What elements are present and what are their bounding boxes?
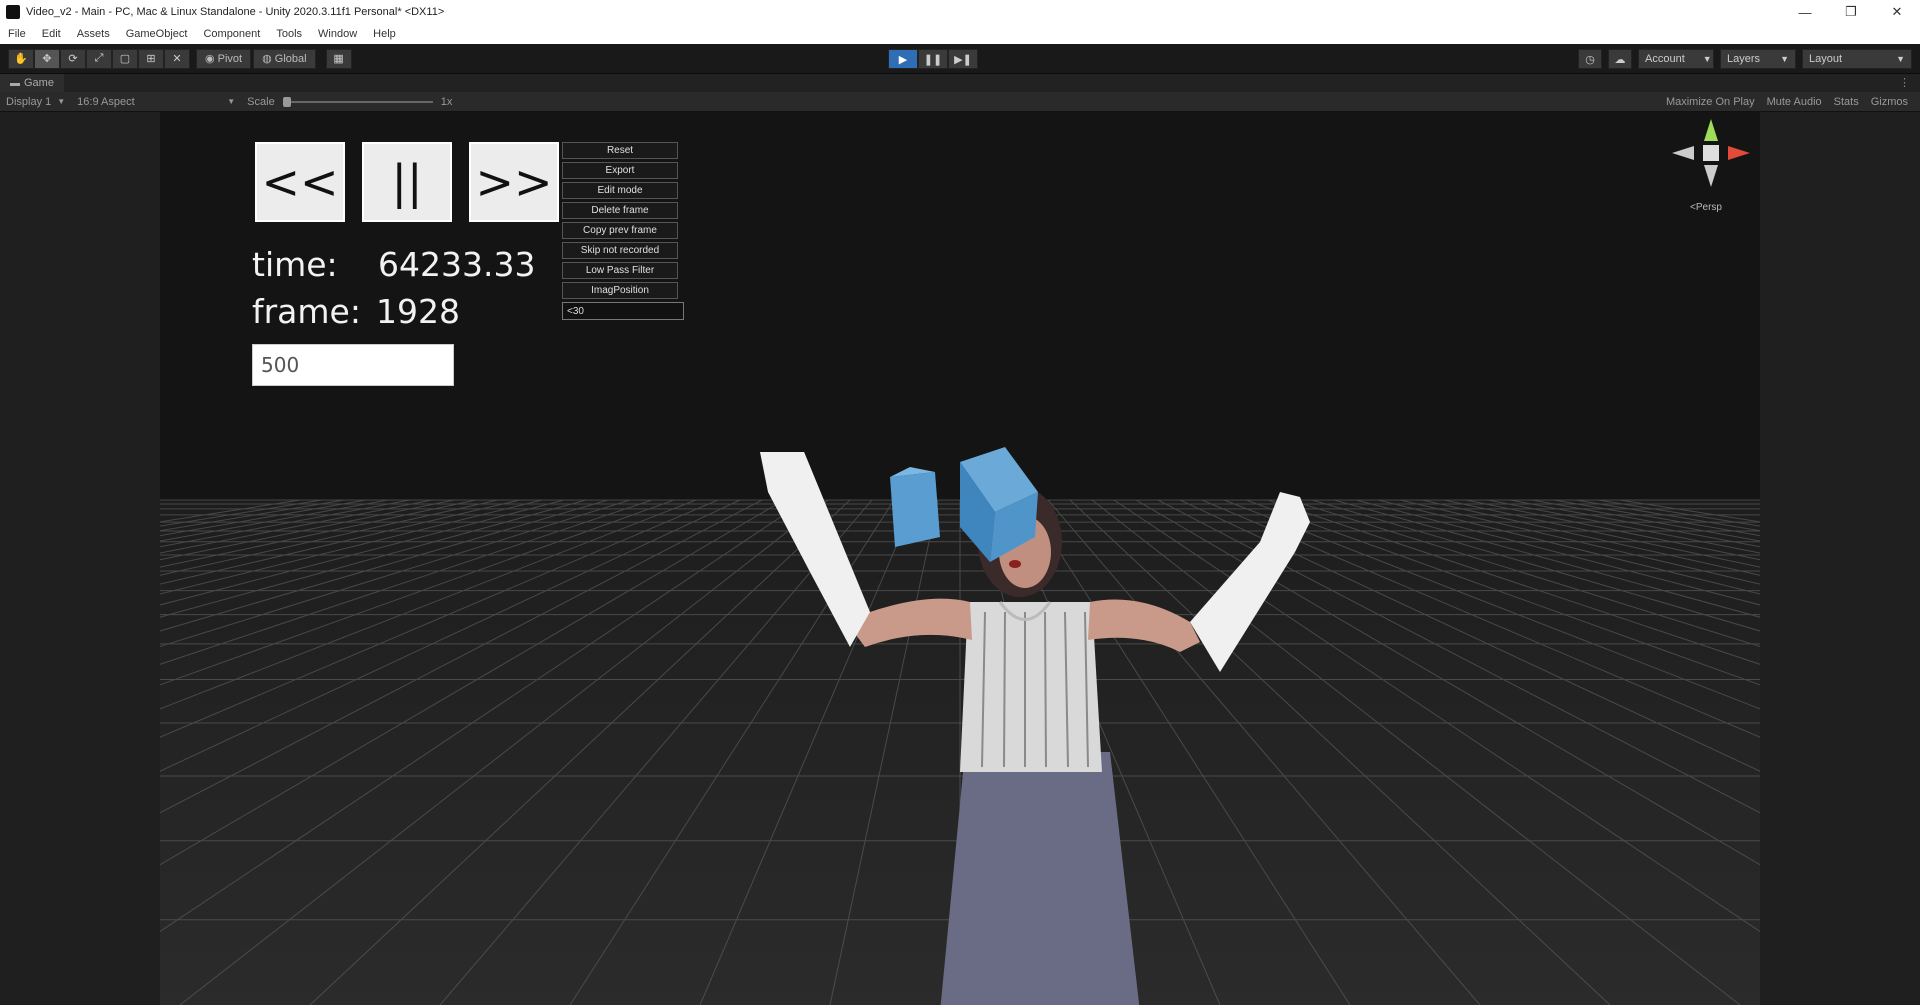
globe-icon: ◍ (262, 53, 275, 65)
gamepad-icon: ▬ (10, 77, 20, 89)
main-toolbar: ✋ ✥ ⟳ ⤢ ▢ ⊞ ✕ ◉ Pivot ◍ Global ▦ ▶ ❚❚ ▶❚… (0, 44, 1920, 74)
skip-not-recorded-button[interactable]: Skip not recorded (562, 242, 678, 259)
unity-icon (6, 5, 20, 19)
pivot-icon: ◉ (205, 53, 218, 65)
scale-label: Scale (247, 95, 275, 108)
edit-mode-button[interactable]: Edit mode (562, 182, 678, 199)
layers-dropdown[interactable]: Layers ▼ (1720, 49, 1796, 69)
window-title-bar: Video_v2 - Main - PC, Mac & Linux Standa… (0, 0, 1920, 24)
game-tab-bar: ▬ Game ⋮ (0, 74, 1920, 92)
chevron-down-icon: ▼ (1702, 54, 1712, 64)
stats-toggle[interactable]: Stats (1828, 96, 1865, 108)
tab-menu-icon[interactable]: ⋮ (1899, 76, 1910, 89)
mute-audio-toggle[interactable]: Mute Audio (1761, 96, 1828, 108)
pivot-toggle[interactable]: ◉ Pivot (196, 48, 252, 69)
scale-value: 1x (440, 95, 453, 108)
move-tool-icon[interactable]: ✥ (34, 48, 60, 69)
time-label: time: (252, 245, 338, 284)
scale-tool-icon[interactable]: ⤢ (86, 48, 112, 69)
step-icon[interactable]: ▶❚ (948, 49, 978, 69)
scale-slider-handle[interactable] (282, 96, 291, 107)
next-frame-button[interactable]: >> (469, 142, 559, 222)
menu-tools[interactable]: Tools (268, 28, 310, 40)
persp-label[interactable]: <Persp (1690, 202, 1722, 213)
frame-label: frame: (252, 292, 361, 331)
transform-tool-icon[interactable]: ⊞ (138, 48, 164, 69)
cloud-icon[interactable]: ☁ (1608, 49, 1632, 69)
tracking-cubes (890, 447, 1038, 562)
frame-value: 1928 (376, 292, 460, 331)
chevron-down-icon: ▼ (57, 97, 66, 106)
global-toggle[interactable]: ◍ Global (253, 48, 316, 69)
chevron-down-icon: ▼ (1896, 54, 1905, 64)
orientation-gizmo-icon[interactable] (1668, 117, 1754, 207)
maximize-button[interactable]: ❐ (1828, 0, 1874, 24)
pause-button[interactable]: || (362, 142, 452, 222)
maximize-on-play-toggle[interactable]: Maximize On Play (1660, 96, 1761, 108)
minimize-button[interactable]: — (1782, 0, 1828, 24)
menu-file[interactable]: File (0, 28, 34, 40)
menu-bar: File Edit Assets GameObject Component To… (0, 24, 1920, 44)
scale-control: Scale 1x (241, 96, 458, 108)
game-view[interactable]: << || >> time: 64233.33 frame: 1928 500 … (160, 112, 1760, 1005)
copy-prev-frame-button[interactable]: Copy prev frame (562, 222, 678, 239)
window-controls: — ❐ ✕ (1782, 0, 1920, 24)
play-controls: ▶ ❚❚ ▶❚ (888, 49, 978, 69)
rotate-tool-icon[interactable]: ⟳ (60, 48, 86, 69)
game-options-right: Maximize On Play Mute Audio Stats Gizmos (1660, 92, 1914, 112)
menu-edit[interactable]: Edit (34, 28, 69, 40)
side-menu: Reset Export Edit mode Delete frame Copy… (562, 142, 684, 320)
image-position-button[interactable]: ImagPosition (562, 282, 678, 299)
reset-button[interactable]: Reset (562, 142, 678, 159)
menu-gameobject[interactable]: GameObject (118, 28, 196, 40)
display-dropdown[interactable]: Display 1 ▼ (0, 96, 71, 108)
transform-tools: ✋ ✥ ⟳ ⤢ ▢ ⊞ ✕ (8, 48, 190, 69)
toolbar-right: ◷ ☁ Account ▼ Layers ▼ Layout ▼ (1572, 49, 1912, 69)
chevron-down-icon: ▼ (1780, 54, 1789, 64)
low-pass-filter-button[interactable]: Low Pass Filter (562, 262, 678, 279)
game-options-bar: Display 1 ▼ 16:9 Aspect ▼ Scale 1x Maximiz… (0, 92, 1920, 112)
filter-input[interactable]: <30 (562, 302, 684, 320)
close-button[interactable]: ✕ (1874, 0, 1920, 24)
gizmos-dropdown[interactable]: Gizmos (1865, 96, 1914, 108)
pause-icon[interactable]: ❚❚ (918, 49, 948, 69)
window-title: Video_v2 - Main - PC, Mac & Linux Standa… (26, 6, 445, 18)
snap-icon[interactable]: ▦ (325, 48, 352, 69)
layout-dropdown[interactable]: Layout ▼ (1802, 49, 1912, 69)
collab-icon[interactable]: ◷ (1578, 49, 1602, 69)
menu-assets[interactable]: Assets (69, 28, 118, 40)
export-button[interactable]: Export (562, 162, 678, 179)
account-dropdown[interactable]: Account ▼ (1638, 49, 1714, 69)
menu-component[interactable]: Component (195, 28, 268, 40)
tab-game[interactable]: ▬ Game (0, 74, 64, 92)
time-value: 64233.33 (378, 245, 536, 284)
chevron-down-icon: ▼ (227, 97, 236, 106)
menu-help[interactable]: Help (365, 28, 404, 40)
menu-window[interactable]: Window (310, 28, 365, 40)
scale-slider[interactable] (282, 96, 433, 107)
play-icon[interactable]: ▶ (888, 49, 918, 69)
hand-tool-icon[interactable]: ✋ (8, 48, 34, 69)
custom-tool-icon[interactable]: ✕ (164, 48, 190, 69)
delete-frame-button[interactable]: Delete frame (562, 202, 678, 219)
prev-frame-button[interactable]: << (255, 142, 345, 222)
rect-tool-icon[interactable]: ▢ (112, 48, 138, 69)
frame-input[interactable]: 500 (252, 344, 454, 386)
aspect-dropdown[interactable]: 16:9 Aspect ▼ (71, 96, 241, 108)
